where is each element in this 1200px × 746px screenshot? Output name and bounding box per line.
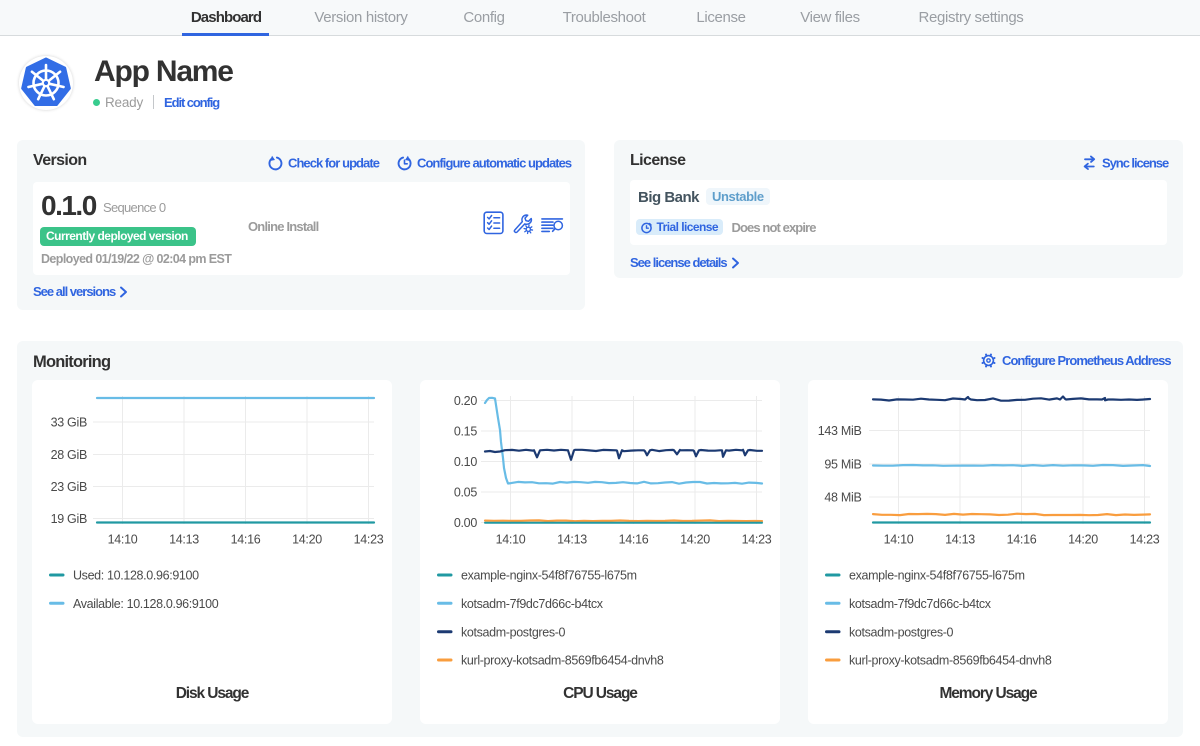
svg-text:example-nginx-54f8f76755-l675m: example-nginx-54f8f76755-l675m	[849, 569, 1025, 583]
svg-text:14:20: 14:20	[1068, 533, 1098, 547]
svg-text:14:20: 14:20	[680, 533, 710, 547]
svg-text:143 MiB: 143 MiB	[818, 424, 862, 438]
svg-text:0.20: 0.20	[454, 394, 477, 408]
svg-text:14:23: 14:23	[354, 533, 384, 547]
svg-text:14:16: 14:16	[1007, 533, 1037, 547]
svg-text:Disk Usage: Disk Usage	[176, 685, 250, 702]
svg-text:14:10: 14:10	[108, 533, 138, 547]
svg-text:14:23: 14:23	[1130, 533, 1160, 547]
svg-text:14:20: 14:20	[292, 533, 322, 547]
svg-text:Memory Usage: Memory Usage	[939, 685, 1038, 702]
svg-text:example-nginx-54f8f76755-l675m: example-nginx-54f8f76755-l675m	[461, 569, 637, 583]
svg-text:CPU Usage: CPU Usage	[563, 685, 638, 702]
svg-text:14:13: 14:13	[557, 533, 587, 547]
svg-text:Available: 10.128.0.96:9100: Available: 10.128.0.96:9100	[73, 597, 219, 611]
svg-text:14:10: 14:10	[884, 533, 914, 547]
svg-text:kotsadm-7f9dc7d66c-b4tcx: kotsadm-7f9dc7d66c-b4tcx	[461, 597, 604, 611]
svg-text:19 GiB: 19 GiB	[51, 512, 87, 526]
svg-text:48 MiB: 48 MiB	[824, 491, 861, 505]
svg-text:14:13: 14:13	[169, 533, 199, 547]
svg-text:28 GiB: 28 GiB	[51, 448, 87, 462]
svg-text:0.00: 0.00	[454, 516, 477, 530]
svg-text:kotsadm-postgres-0: kotsadm-postgres-0	[461, 625, 566, 639]
svg-text:14:13: 14:13	[945, 533, 975, 547]
svg-text:kurl-proxy-kotsadm-8569fb6454-: kurl-proxy-kotsadm-8569fb6454-dnvh8	[849, 654, 1052, 668]
svg-text:33 GiB: 33 GiB	[51, 416, 87, 430]
svg-text:14:16: 14:16	[619, 533, 649, 547]
svg-text:14:16: 14:16	[231, 533, 261, 547]
svg-text:14:10: 14:10	[496, 533, 526, 547]
svg-text:kotsadm-postgres-0: kotsadm-postgres-0	[849, 625, 954, 639]
svg-text:kotsadm-7f9dc7d66c-b4tcx: kotsadm-7f9dc7d66c-b4tcx	[849, 597, 992, 611]
svg-text:14:23: 14:23	[742, 533, 772, 547]
svg-text:95 MiB: 95 MiB	[824, 458, 861, 472]
svg-text:0.15: 0.15	[454, 425, 477, 439]
svg-text:kurl-proxy-kotsadm-8569fb6454-: kurl-proxy-kotsadm-8569fb6454-dnvh8	[461, 654, 664, 668]
svg-text:0.05: 0.05	[454, 486, 477, 500]
svg-text:23 GiB: 23 GiB	[51, 480, 87, 494]
svg-text:0.10: 0.10	[454, 455, 477, 469]
svg-text:Used: 10.128.0.96:9100: Used: 10.128.0.96:9100	[73, 569, 199, 583]
